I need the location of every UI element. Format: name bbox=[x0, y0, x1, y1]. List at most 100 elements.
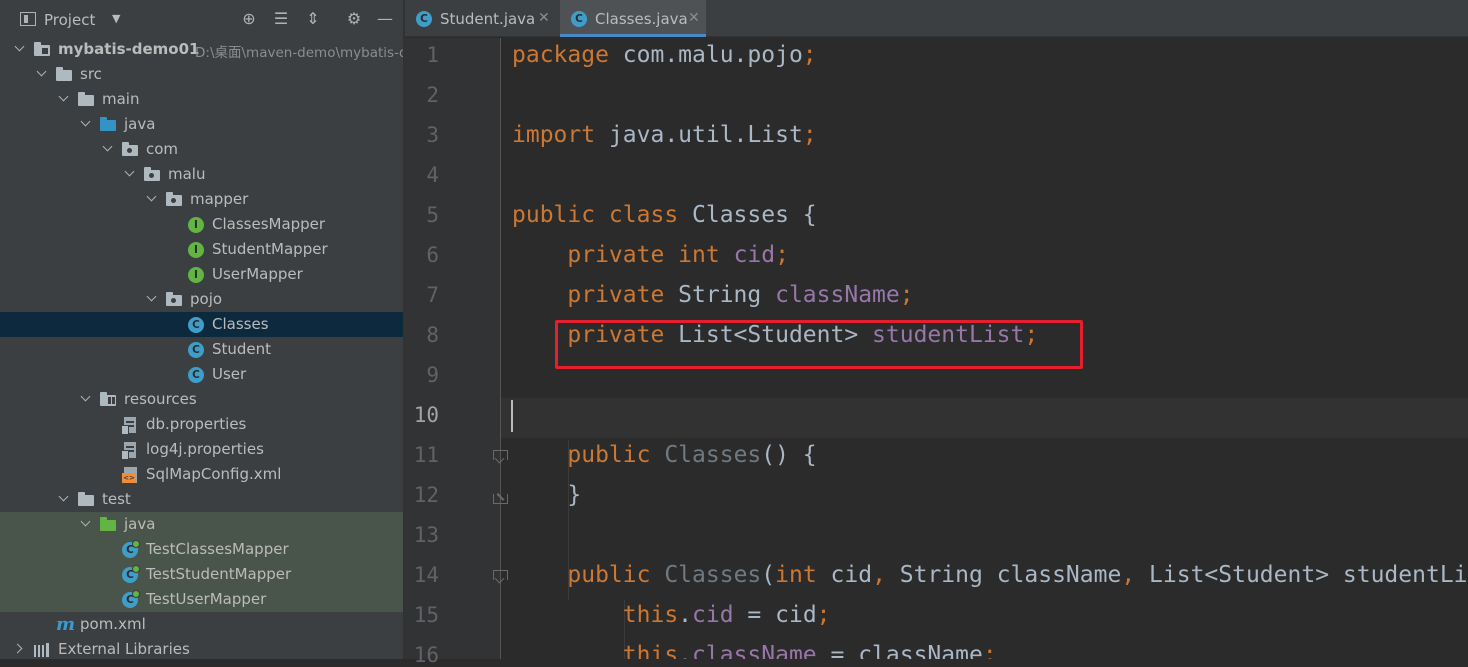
module-path: D:\桌面\maven-demo\mybatis-demo01 bbox=[195, 45, 403, 61]
tree-item[interactable]: pojo bbox=[0, 287, 403, 312]
tree-item[interactable]: main bbox=[0, 87, 403, 112]
chevron-down-icon[interactable] bbox=[80, 392, 92, 404]
code-line[interactable]: } bbox=[512, 482, 581, 508]
project-view-title[interactable]: Project bbox=[44, 11, 95, 29]
chevron-down-icon[interactable] bbox=[58, 492, 70, 504]
tree-item[interactable]: C Classes bbox=[0, 312, 403, 337]
tree-item[interactable]: C Student bbox=[0, 337, 403, 362]
tree-item-label: main bbox=[102, 90, 140, 108]
code-token: ; bbox=[816, 602, 831, 628]
fold-open-icon[interactable] bbox=[493, 570, 508, 585]
tab-student-java[interactable]: C Student.java ✕ bbox=[405, 0, 558, 37]
close-icon[interactable]: ✕ bbox=[688, 10, 700, 26]
fold-open-icon[interactable] bbox=[493, 450, 508, 465]
tree-item-label: UserMapper bbox=[212, 265, 303, 283]
chevron-down-icon[interactable] bbox=[80, 117, 92, 129]
code-token: String className bbox=[899, 562, 1122, 588]
code-token: ; bbox=[802, 42, 817, 68]
tree-item-label: mybatis-demo01 bbox=[58, 40, 200, 58]
code-token: public bbox=[567, 562, 665, 588]
code-token: import bbox=[512, 122, 609, 148]
chevron-down-icon[interactable]: ▼ bbox=[112, 12, 120, 25]
code-line[interactable]: this.className = className; bbox=[512, 642, 997, 659]
code-line[interactable]: private int cid; bbox=[512, 242, 789, 268]
editor-tab-bar: C Student.java ✕ C Classes.java ✕ bbox=[405, 0, 1468, 37]
tree-item[interactable]: C TestStudentMapper bbox=[0, 562, 403, 587]
close-icon[interactable]: ✕ bbox=[538, 10, 550, 26]
minimize-icon[interactable]: — bbox=[375, 9, 395, 29]
tree-item[interactable]: m pom.xml bbox=[0, 612, 403, 637]
tree-item-label: java bbox=[124, 515, 156, 533]
tree-item[interactable]: mybatis-demo01D:\桌面\maven-demo\mybatis-d… bbox=[0, 37, 403, 62]
code-line[interactable]: public Classes(int cid, String className… bbox=[512, 562, 1468, 588]
properties-file-icon bbox=[121, 417, 138, 435]
chevron-down-icon[interactable] bbox=[146, 192, 158, 204]
tab-classes-java[interactable]: C Classes.java ✕ bbox=[560, 0, 706, 37]
chevron-down-icon[interactable] bbox=[14, 42, 26, 54]
package-icon bbox=[166, 292, 182, 307]
fold-close-icon[interactable] bbox=[493, 489, 508, 504]
code-line[interactable]: private String className; bbox=[512, 282, 914, 308]
tree-item[interactable]: com bbox=[0, 137, 403, 162]
tree-item[interactable]: java bbox=[0, 512, 403, 537]
line-number: 3 bbox=[426, 123, 439, 147]
tree-item[interactable]: C User bbox=[0, 362, 403, 387]
module-folder-icon bbox=[34, 42, 50, 57]
tree-item[interactable]: log4j.properties bbox=[0, 437, 403, 462]
expand-all-icon[interactable]: ☰ bbox=[271, 9, 291, 29]
tree-item[interactable]: db.properties bbox=[0, 412, 403, 437]
tree-item[interactable]: malu bbox=[0, 162, 403, 187]
tree-item[interactable]: C TestUserMapper bbox=[0, 587, 403, 612]
gear-icon[interactable]: ⚙ bbox=[344, 9, 364, 29]
tree-item[interactable]: C TestClassesMapper bbox=[0, 537, 403, 562]
line-number: 11 bbox=[413, 443, 439, 467]
code-token: cid bbox=[692, 602, 734, 628]
code-line[interactable]: public Classes() { bbox=[512, 442, 817, 468]
chevron-down-icon[interactable] bbox=[58, 92, 70, 104]
test-folder-icon bbox=[100, 517, 116, 532]
tree-item[interactable]: java bbox=[0, 112, 403, 137]
tree-item-label: ClassesMapper bbox=[212, 215, 326, 233]
tree-item[interactable]: src bbox=[0, 62, 403, 87]
resources-folder-icon bbox=[100, 392, 116, 407]
tree-item[interactable]: SqlMapConfig.xml bbox=[0, 462, 403, 487]
code-line[interactable]: package com.malu.pojo; bbox=[512, 42, 817, 68]
code-token: cid bbox=[830, 562, 873, 588]
test-class-icon: C bbox=[122, 590, 140, 608]
tree-item[interactable]: mapper bbox=[0, 187, 403, 212]
locate-file-icon[interactable]: ⊕ bbox=[239, 9, 259, 29]
code-token: public bbox=[567, 442, 665, 468]
tree-item[interactable]: test bbox=[0, 487, 403, 512]
collapse-all-icon[interactable]: ⇕ bbox=[303, 9, 323, 29]
line-number: 5 bbox=[426, 203, 439, 227]
tree-item[interactable]: I UserMapper bbox=[0, 262, 403, 287]
chevron-down-icon[interactable] bbox=[102, 142, 114, 154]
code-line[interactable]: public class Classes { bbox=[512, 202, 817, 228]
chevron-right-icon[interactable] bbox=[14, 642, 26, 654]
project-view-icon bbox=[20, 12, 36, 26]
chevron-down-icon[interactable] bbox=[146, 292, 158, 304]
code-token: ; bbox=[899, 282, 914, 308]
tree-item[interactable]: resources bbox=[0, 387, 403, 412]
tree-item[interactable]: I ClassesMapper bbox=[0, 212, 403, 237]
libraries-icon bbox=[34, 642, 50, 657]
code-token: String bbox=[678, 282, 776, 308]
code-token: . bbox=[678, 602, 693, 628]
code-line[interactable]: import java.util.List; bbox=[512, 122, 817, 148]
code-token: () { bbox=[761, 442, 817, 468]
chevron-down-icon[interactable] bbox=[124, 167, 136, 179]
line-number: 8 bbox=[426, 323, 439, 347]
tree-item[interactable]: External Libraries bbox=[0, 637, 403, 659]
code-token: int bbox=[775, 562, 831, 588]
project-header: Project ▼ ⊕ ☰ ⇕ ⚙ — bbox=[0, 0, 403, 38]
chevron-down-icon[interactable] bbox=[80, 517, 92, 529]
test-class-icon: C bbox=[122, 540, 140, 558]
line-number: 13 bbox=[413, 523, 439, 547]
tree-item-label: malu bbox=[168, 165, 206, 183]
code-line[interactable]: this.cid = cid; bbox=[512, 602, 831, 628]
code-token: Classes { bbox=[692, 202, 817, 228]
tree-item[interactable]: I StudentMapper bbox=[0, 237, 403, 262]
chevron-down-icon[interactable] bbox=[36, 67, 48, 79]
package-icon bbox=[166, 192, 182, 207]
